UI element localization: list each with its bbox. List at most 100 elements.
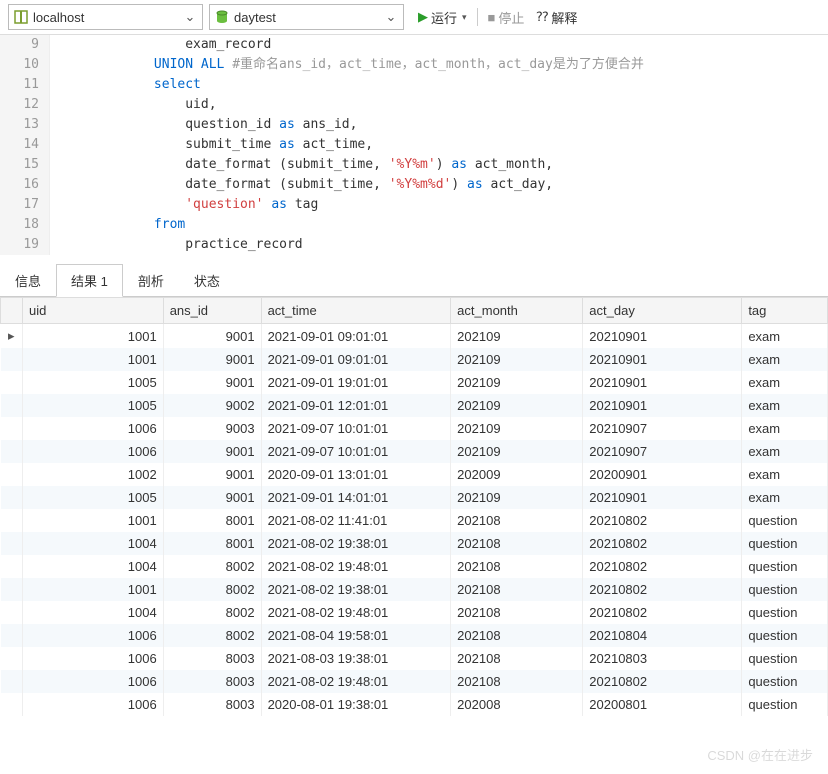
cell-act_month[interactable]: 202008 [451, 693, 583, 716]
cell-tag[interactable]: exam [742, 486, 828, 509]
cell-act_time[interactable]: 2021-09-01 14:01:01 [261, 486, 451, 509]
cell-act_time[interactable]: 2021-09-07 10:01:01 [261, 417, 451, 440]
table-row[interactable]: 100680032021-08-03 19:38:012021082021080… [1, 647, 828, 670]
cell-act_month[interactable]: 202109 [451, 371, 583, 394]
cell-ans_id[interactable]: 8002 [163, 624, 261, 647]
cell-uid[interactable]: 1001 [23, 578, 164, 601]
cell-act_day[interactable]: 20210802 [583, 532, 742, 555]
code-line[interactable]: uid, [60, 95, 828, 115]
cell-ans_id[interactable]: 8001 [163, 532, 261, 555]
cell-uid[interactable]: 1004 [23, 532, 164, 555]
cell-ans_id[interactable]: 9002 [163, 394, 261, 417]
cell-act_day[interactable]: 20210802 [583, 601, 742, 624]
cell-uid[interactable]: 1006 [23, 670, 164, 693]
cell-act_month[interactable]: 202108 [451, 532, 583, 555]
cell-act_time[interactable]: 2021-09-01 19:01:01 [261, 371, 451, 394]
cell-act_day[interactable]: 20210802 [583, 555, 742, 578]
cell-act_day[interactable]: 20210901 [583, 348, 742, 371]
cell-uid[interactable]: 1005 [23, 486, 164, 509]
cell-act_time[interactable]: 2020-08-01 19:38:01 [261, 693, 451, 716]
table-row[interactable]: 100190012021-09-01 09:01:012021092021090… [1, 348, 828, 371]
cell-tag[interactable]: question [742, 624, 828, 647]
cell-act_day[interactable]: 20210907 [583, 440, 742, 463]
cell-act_time[interactable]: 2021-08-02 19:48:01 [261, 670, 451, 693]
table-row[interactable]: 100590012021-09-01 19:01:012021092021090… [1, 371, 828, 394]
cell-tag[interactable]: question [742, 578, 828, 601]
cell-act_day[interactable]: 20210802 [583, 670, 742, 693]
run-button[interactable]: ▶ 运行 ▾ [414, 6, 471, 29]
code-line[interactable]: date_format (submit_time, '%Y%m%d') as a… [60, 175, 828, 195]
code-line[interactable]: date_format (submit_time, '%Y%m') as act… [60, 155, 828, 175]
table-row[interactable]: 100690012021-09-07 10:01:012021092021090… [1, 440, 828, 463]
cell-act_time[interactable]: 2021-08-02 19:38:01 [261, 578, 451, 601]
cell-tag[interactable]: question [742, 532, 828, 555]
table-row[interactable]: ▸100190012021-09-01 09:01:01202109202109… [1, 324, 828, 349]
code-line[interactable]: submit_time as act_time, [60, 135, 828, 155]
cell-uid[interactable]: 1006 [23, 417, 164, 440]
cell-tag[interactable]: exam [742, 394, 828, 417]
cell-tag[interactable]: question [742, 509, 828, 532]
cell-uid[interactable]: 1005 [23, 371, 164, 394]
column-header[interactable]: uid [23, 298, 164, 324]
code-line[interactable]: 'question' as tag [60, 195, 828, 215]
cell-uid[interactable]: 1002 [23, 463, 164, 486]
cell-act_month[interactable]: 202108 [451, 578, 583, 601]
code-line[interactable]: select [60, 75, 828, 95]
table-row[interactable]: 100690032021-09-07 10:01:012021092021090… [1, 417, 828, 440]
cell-act_time[interactable]: 2020-09-01 13:01:01 [261, 463, 451, 486]
cell-act_day[interactable]: 20210804 [583, 624, 742, 647]
cell-act_month[interactable]: 202109 [451, 440, 583, 463]
cell-uid[interactable]: 1006 [23, 693, 164, 716]
table-row[interactable]: 100290012020-09-01 13:01:012020092020090… [1, 463, 828, 486]
result-tab[interactable]: 剖析 [123, 264, 179, 297]
cell-ans_id[interactable]: 9001 [163, 324, 261, 349]
cell-tag[interactable]: question [742, 555, 828, 578]
cell-ans_id[interactable]: 8002 [163, 555, 261, 578]
code-area[interactable]: exam_record UNION ALL #重命名ans_id，act_tim… [50, 35, 828, 255]
result-tab[interactable]: 状态 [179, 264, 235, 297]
cell-act_time[interactable]: 2021-08-03 19:38:01 [261, 647, 451, 670]
stop-button[interactable]: ■ 停止 [484, 6, 529, 29]
cell-tag[interactable]: exam [742, 348, 828, 371]
code-line[interactable]: from [60, 215, 828, 235]
cell-ans_id[interactable]: 8002 [163, 601, 261, 624]
code-line[interactable]: exam_record [60, 35, 828, 55]
cell-uid[interactable]: 1001 [23, 324, 164, 349]
cell-act_time[interactable]: 2021-09-07 10:01:01 [261, 440, 451, 463]
cell-ans_id[interactable]: 9003 [163, 417, 261, 440]
cell-act_time[interactable]: 2021-08-02 19:48:01 [261, 555, 451, 578]
cell-tag[interactable]: exam [742, 371, 828, 394]
table-row[interactable]: 100590022021-09-01 12:01:012021092021090… [1, 394, 828, 417]
cell-act_time[interactable]: 2021-09-01 09:01:01 [261, 324, 451, 349]
cell-uid[interactable]: 1001 [23, 348, 164, 371]
cell-act_time[interactable]: 2021-08-02 19:48:01 [261, 601, 451, 624]
cell-ans_id[interactable]: 8003 [163, 670, 261, 693]
cell-tag[interactable]: exam [742, 324, 828, 349]
code-line[interactable]: UNION ALL #重命名ans_id，act_time，act_month，… [60, 55, 828, 75]
cell-act_month[interactable]: 202108 [451, 670, 583, 693]
cell-tag[interactable]: exam [742, 440, 828, 463]
cell-act_time[interactable]: 2021-09-01 12:01:01 [261, 394, 451, 417]
cell-tag[interactable]: exam [742, 463, 828, 486]
cell-act_day[interactable]: 20210802 [583, 509, 742, 532]
cell-ans_id[interactable]: 9001 [163, 486, 261, 509]
cell-act_month[interactable]: 202109 [451, 417, 583, 440]
cell-act_day[interactable]: 20210802 [583, 578, 742, 601]
cell-tag[interactable]: exam [742, 417, 828, 440]
cell-act_day[interactable]: 20210901 [583, 371, 742, 394]
table-row[interactable]: 100480012021-08-02 19:38:012021082021080… [1, 532, 828, 555]
cell-uid[interactable]: 1006 [23, 624, 164, 647]
cell-act_day[interactable]: 20200801 [583, 693, 742, 716]
result-grid[interactable]: uidans_idact_timeact_monthact_daytag ▸10… [0, 297, 828, 716]
cell-act_time[interactable]: 2021-08-04 19:58:01 [261, 624, 451, 647]
cell-tag[interactable]: question [742, 670, 828, 693]
cell-act_day[interactable]: 20200901 [583, 463, 742, 486]
code-line[interactable]: practice_record [60, 235, 828, 255]
cell-act_month[interactable]: 202108 [451, 647, 583, 670]
cell-ans_id[interactable]: 9001 [163, 440, 261, 463]
cell-uid[interactable]: 1006 [23, 440, 164, 463]
connection-dropdown[interactable]: localhost ⌄ [8, 4, 203, 30]
table-row[interactable]: 100680032020-08-01 19:38:012020082020080… [1, 693, 828, 716]
cell-act_time[interactable]: 2021-08-02 19:38:01 [261, 532, 451, 555]
cell-ans_id[interactable]: 8003 [163, 647, 261, 670]
